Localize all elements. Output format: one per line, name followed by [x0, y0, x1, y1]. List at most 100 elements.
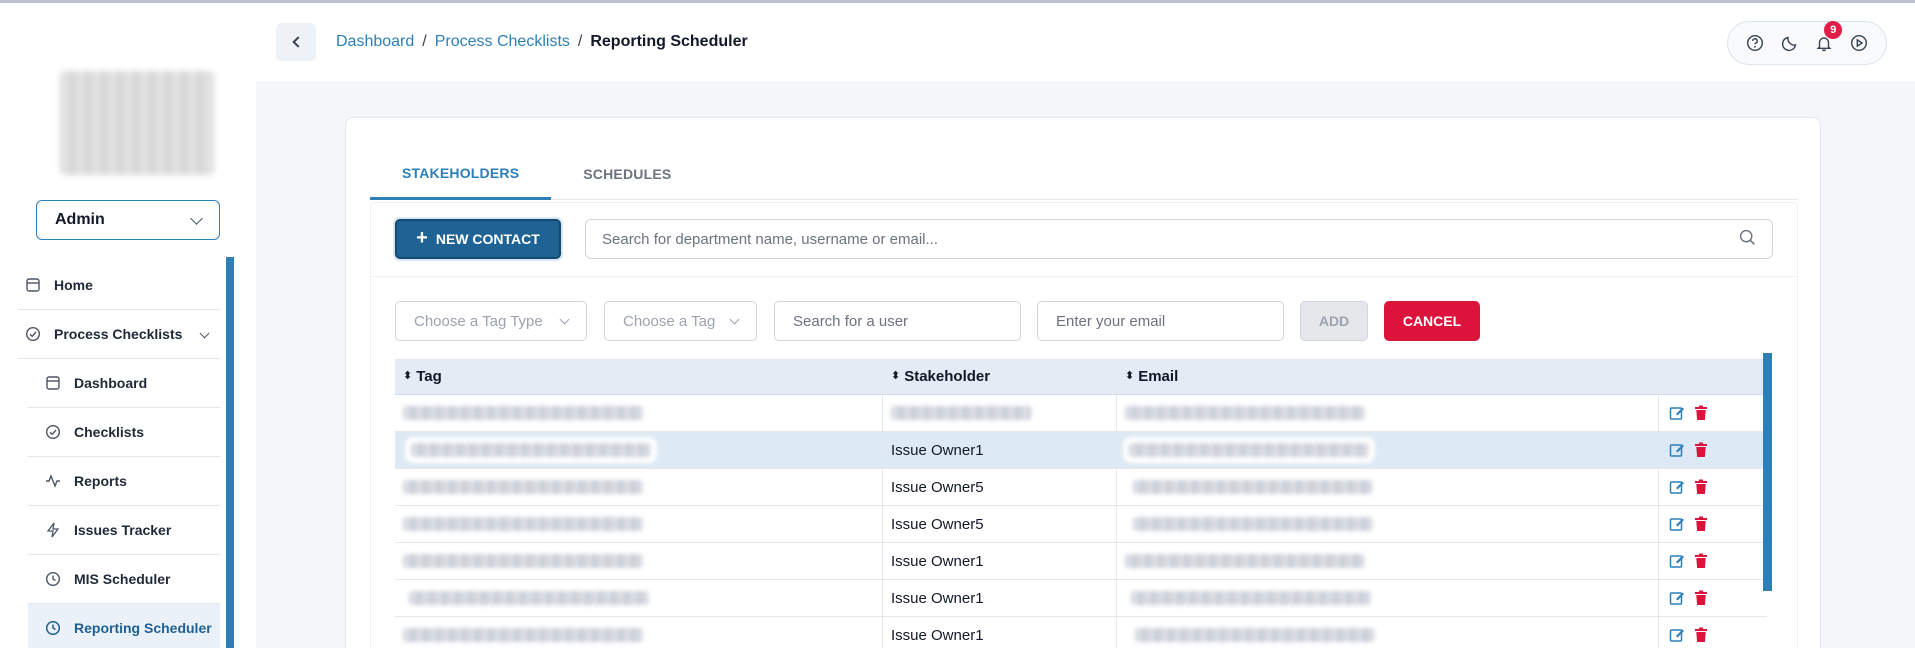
cell-email: [1117, 394, 1659, 432]
sidebar-item-label: Reporting Scheduler: [74, 620, 212, 636]
table-row[interactable]: Issue Owner5: [395, 505, 1767, 543]
sidebar-item-issues-tracker[interactable]: Issues Tracker: [28, 506, 220, 555]
edit-icon[interactable]: [1669, 516, 1685, 532]
column-header-email[interactable]: ⬍ Email: [1117, 368, 1659, 385]
bolt-icon: [44, 521, 62, 539]
cell-actions: [1659, 432, 1767, 469]
breadcrumb-process-checklists[interactable]: Process Checklists: [435, 33, 570, 51]
cell-tag: [395, 579, 883, 617]
home-icon: [24, 276, 42, 294]
help-icon[interactable]: [1745, 33, 1765, 53]
sidebar-item-label: Issues Tracker: [74, 522, 172, 538]
tag-type-select[interactable]: Choose a Tag Type: [395, 301, 587, 341]
redacted-text: [1133, 480, 1373, 494]
company-logo: [60, 71, 214, 175]
table-row[interactable]: [395, 394, 1767, 432]
cancel-button[interactable]: CANCEL: [1384, 301, 1480, 341]
sidebar-item-home[interactable]: Home: [18, 261, 220, 310]
edit-icon[interactable]: [1669, 553, 1685, 569]
chevron-down-icon: [190, 211, 203, 225]
table-header: ⬍ Tag ⬍ Stakeholder ⬍ Email: [395, 359, 1767, 395]
redacted-text: [403, 517, 643, 531]
cell-actions: [1659, 543, 1767, 580]
table-row[interactable]: Issue Owner1: [395, 579, 1767, 617]
tab-stakeholders[interactable]: STAKEHOLDERS: [370, 148, 552, 200]
cell-stakeholder: Issue Owner5: [883, 505, 1117, 543]
trash-icon[interactable]: [1693, 405, 1709, 421]
edit-icon[interactable]: [1669, 479, 1685, 495]
table-row[interactable]: Issue Owner1: [395, 431, 1767, 469]
sidebar-item-dashboard[interactable]: Dashboard: [28, 359, 220, 408]
trash-icon[interactable]: [1693, 627, 1709, 643]
sidebar-item-label: Checklists: [74, 424, 145, 440]
stakeholders-panel: + NEW CONTACT Search for department name…: [370, 202, 1798, 648]
trash-icon[interactable]: [1693, 553, 1709, 569]
chevron-left-icon: [291, 36, 304, 48]
email-field[interactable]: Enter your email: [1037, 301, 1284, 341]
cell-actions: [1659, 395, 1767, 432]
edit-icon[interactable]: [1669, 405, 1685, 421]
role-select[interactable]: Admin: [36, 200, 220, 240]
tab-bar: STAKEHOLDERS SCHEDULES: [370, 148, 1798, 200]
breadcrumb: Dashboard / Process Checklists / Reporti…: [336, 33, 748, 51]
sidebar-item-reports[interactable]: Reports: [28, 457, 220, 506]
table-row[interactable]: Issue Owner1: [395, 616, 1767, 648]
redacted-text: [1135, 628, 1375, 642]
search-icon: [1739, 229, 1756, 250]
edit-icon[interactable]: [1669, 627, 1685, 643]
new-contact-label: NEW CONTACT: [435, 231, 540, 247]
sidebar-item-label: Home: [54, 277, 93, 293]
sidebar-item-label: Process Checklists: [54, 326, 183, 342]
chevron-down-icon: [559, 314, 570, 325]
play-icon[interactable]: [1849, 33, 1869, 53]
table-row[interactable]: Issue Owner5: [395, 468, 1767, 506]
tag-select[interactable]: Choose a Tag: [604, 301, 757, 341]
search-input[interactable]: Search for department name, username or …: [585, 219, 1773, 259]
trash-icon[interactable]: [1693, 516, 1709, 532]
moon-icon[interactable]: [1780, 33, 1800, 53]
trash-icon[interactable]: [1693, 590, 1709, 606]
sidebar-item-mis-scheduler[interactable]: MIS Scheduler: [28, 555, 220, 604]
cell-stakeholder: Issue Owner1: [883, 579, 1117, 617]
user-search-input[interactable]: Search for a user: [774, 301, 1021, 341]
sort-icon: ⬍: [403, 370, 413, 382]
sidebar-subnav: Dashboard Checklists Reports Issues Trac…: [28, 359, 220, 648]
cell-tag: [395, 542, 883, 580]
table-row[interactable]: Issue Owner1: [395, 542, 1767, 580]
edit-icon[interactable]: [1669, 442, 1685, 458]
redacted-text: [1129, 443, 1369, 457]
table-scrollbar[interactable]: [1763, 353, 1772, 591]
cell-actions: [1659, 580, 1767, 617]
bell-icon[interactable]: 9: [1814, 21, 1843, 53]
checklist-icon: [44, 423, 62, 441]
trash-icon[interactable]: [1693, 442, 1709, 458]
column-header-tag[interactable]: ⬍ Tag: [395, 368, 883, 385]
back-button[interactable]: [276, 23, 316, 61]
column-label: Tag: [416, 368, 442, 385]
new-contact-button[interactable]: + NEW CONTACT: [395, 219, 561, 259]
edit-icon[interactable]: [1669, 590, 1685, 606]
cell-email: [1117, 616, 1659, 648]
sidebar: Admin Home Process Checklists Dashboard: [0, 3, 256, 648]
main-card: STAKEHOLDERS SCHEDULES + NEW CONTACT Sea…: [345, 117, 1821, 648]
sidebar-nav: Home Process Checklists Dashboard Checkl…: [18, 261, 220, 648]
redacted-text: [403, 480, 643, 494]
sidebar-scrollbar[interactable]: [226, 257, 234, 648]
trash-icon[interactable]: [1693, 479, 1709, 495]
column-header-stakeholder[interactable]: ⬍ Stakeholder: [883, 368, 1117, 385]
sidebar-item-process-checklists[interactable]: Process Checklists: [18, 310, 220, 359]
breadcrumb-dashboard[interactable]: Dashboard: [336, 33, 414, 51]
redacted-text: [1125, 554, 1365, 568]
add-button[interactable]: ADD: [1300, 301, 1368, 341]
notification-badge: 9: [1824, 21, 1843, 39]
tab-schedules[interactable]: SCHEDULES: [551, 148, 703, 200]
chevron-down-icon: [729, 314, 740, 325]
chevron-down-icon: [199, 328, 210, 339]
cell-actions: [1659, 506, 1767, 543]
cell-stakeholder: Issue Owner1: [883, 542, 1117, 580]
sidebar-item-label: Dashboard: [74, 375, 148, 391]
sidebar-item-checklists[interactable]: Checklists: [28, 408, 220, 457]
tag-placeholder: Choose a Tag: [623, 312, 716, 330]
sidebar-item-reporting-scheduler[interactable]: Reporting Scheduler: [28, 604, 220, 648]
redacted-text: [403, 628, 643, 642]
